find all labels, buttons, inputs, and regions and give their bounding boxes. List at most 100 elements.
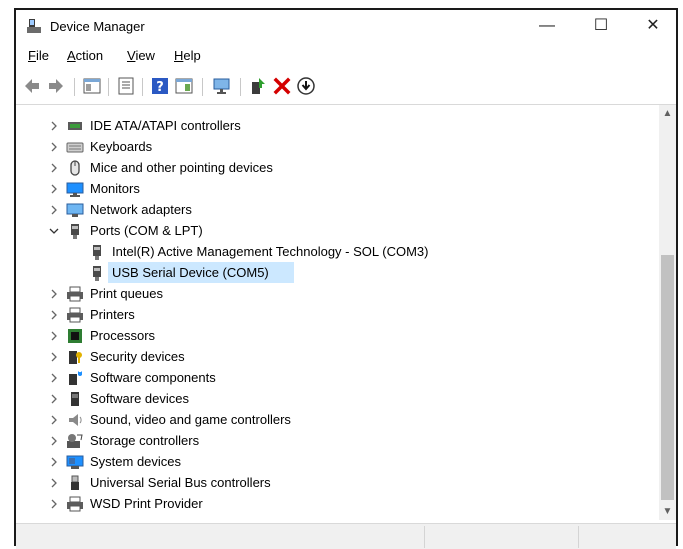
tree-item-label: Sound, video and game controllers [90, 412, 291, 427]
chevron-right-icon[interactable] [49, 331, 59, 341]
device-manager-window: Device Manager — ☐ ✕ File Action View He… [14, 8, 678, 549]
toolbar-separator [108, 78, 109, 96]
tree-device-row[interactable]: Intel(R) Active Management Technology - … [16, 241, 656, 262]
tree-item-label: Keyboards [90, 139, 153, 154]
ide-controller-icon [68, 122, 82, 130]
chevron-right-icon[interactable] [49, 352, 59, 362]
device-manager-app-icon [27, 19, 41, 33]
port-icon [93, 245, 101, 260]
processor-icon [68, 329, 82, 343]
tree-item-label: Software components [90, 370, 216, 385]
disable-device-icon[interactable] [296, 76, 316, 96]
tree-category-row[interactable]: WSD Print Provider [16, 493, 656, 514]
chevron-right-icon[interactable] [49, 415, 59, 425]
tree-category-row[interactable]: Storage controllers [16, 430, 656, 451]
tree-category-row[interactable]: IDE ATA/ATAPI controllers [16, 115, 656, 136]
network-adapter-icon [66, 203, 84, 217]
tree-item-label: Security devices [90, 349, 185, 364]
scroll-up-icon[interactable]: ▲ [659, 105, 676, 122]
show-hide-console-tree-icon[interactable] [82, 76, 102, 96]
help-icon[interactable]: ? [150, 76, 170, 96]
tree-item-label: Print queues [90, 286, 163, 301]
port-icon [93, 266, 101, 281]
properties-icon[interactable] [116, 76, 136, 96]
toolbar: ? [16, 74, 676, 100]
chevron-right-icon[interactable] [49, 142, 59, 152]
tree-device-row[interactable]: USB Serial Device (COM5) [16, 262, 656, 283]
scan-hardware-icon[interactable] [212, 76, 232, 96]
tree-item-label: USB Serial Device (COM5) [112, 265, 269, 280]
tree-category-row[interactable]: Sound, video and game controllers [16, 409, 656, 430]
port-icon [71, 224, 79, 239]
tree-item-label: Network adapters [90, 202, 192, 217]
tree-category-row[interactable]: Security devices [16, 346, 656, 367]
chevron-right-icon[interactable] [49, 478, 59, 488]
svg-text:?: ? [156, 80, 164, 95]
keyboard-icon [66, 142, 84, 153]
menu-action[interactable]: Action [67, 48, 103, 63]
printer-icon [67, 307, 83, 323]
toolbar-separator [142, 78, 143, 96]
close-button[interactable]: ✕ [630, 10, 676, 44]
tree-category-row[interactable]: Keyboards [16, 136, 656, 157]
tree-item-label: Processors [90, 328, 156, 343]
tree-category-row[interactable]: Universal Serial Bus controllers [16, 472, 656, 493]
chevron-right-icon[interactable] [49, 289, 59, 299]
tree-item-label: Monitors [90, 181, 140, 196]
minimize-button[interactable]: — [524, 10, 570, 44]
menu-help[interactable]: Help [174, 48, 201, 63]
maximize-button[interactable]: ☐ [578, 10, 624, 44]
menu-file[interactable]: File [28, 48, 49, 63]
chevron-right-icon[interactable] [49, 499, 59, 509]
printer-icon [67, 286, 83, 302]
tree-category-row[interactable]: Ports (COM & LPT) [16, 220, 656, 241]
status-divider [578, 526, 579, 548]
monitor-icon [66, 182, 84, 197]
chevron-right-icon[interactable] [49, 457, 59, 467]
toolbar-separator [202, 78, 203, 96]
chevron-right-icon[interactable] [49, 121, 59, 131]
tree-category-row[interactable]: Software components [16, 367, 656, 388]
tree-item-label: Universal Serial Bus controllers [90, 475, 271, 490]
scroll-down-icon[interactable]: ▼ [659, 503, 676, 520]
vertical-scrollbar[interactable]: ▲ ▼ [659, 105, 676, 520]
chevron-right-icon[interactable] [49, 436, 59, 446]
chevron-down-icon[interactable] [49, 226, 59, 236]
chevron-right-icon[interactable] [49, 373, 59, 383]
chevron-right-icon[interactable] [49, 310, 59, 320]
update-driver-icon[interactable] [248, 76, 268, 96]
uninstall-icon[interactable] [272, 76, 292, 96]
speaker-icon [69, 414, 82, 426]
title-bar[interactable]: Device Manager — ☐ ✕ [16, 10, 676, 44]
tree-item-label: IDE ATA/ATAPI controllers [90, 118, 241, 133]
chevron-right-icon[interactable] [49, 184, 59, 194]
tree-category-row[interactable]: Software devices [16, 388, 656, 409]
security-device-icon [69, 351, 82, 364]
menu-bar: File Action View Help [16, 48, 676, 68]
tree-item-label: System devices [90, 454, 182, 469]
action-pane-icon[interactable] [174, 76, 194, 96]
device-tree[interactable]: IDE ATA/ATAPI controllers Keyboards Mice a… [16, 104, 676, 523]
chevron-right-icon[interactable] [49, 394, 59, 404]
tree-category-row[interactable]: Network adapters [16, 199, 656, 220]
chevron-right-icon[interactable] [49, 205, 59, 215]
tree-item-label: Mice and other pointing devices [90, 160, 273, 175]
tree-item-label: Ports (COM & LPT) [90, 223, 203, 238]
tree-category-row[interactable]: Processors [16, 325, 656, 346]
tree-category-row[interactable]: Mice and other pointing devices [16, 157, 656, 178]
scrollbar-thumb[interactable] [661, 255, 674, 500]
tree-item-label: Printers [90, 307, 135, 322]
menu-view[interactable]: View [127, 48, 155, 63]
tree-category-row[interactable]: Monitors [16, 178, 656, 199]
toolbar-separator [240, 78, 241, 96]
tree-category-row[interactable]: Print queues [16, 283, 656, 304]
storage-controller-icon [67, 434, 83, 448]
system-device-icon [66, 455, 84, 469]
back-icon[interactable] [22, 76, 42, 96]
chevron-right-icon[interactable] [49, 163, 59, 173]
mouse-icon [70, 160, 80, 176]
tree-category-row[interactable]: System devices [16, 451, 656, 472]
tree-item-label: Storage controllers [90, 433, 200, 448]
forward-icon[interactable] [46, 76, 66, 96]
tree-category-row[interactable]: Printers [16, 304, 656, 325]
